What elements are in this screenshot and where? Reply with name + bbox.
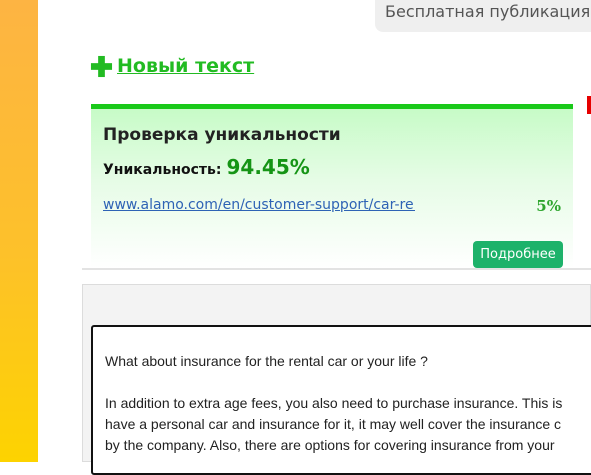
editor-line: In addition to extra age fees, you also …	[105, 395, 563, 411]
editor-line: by the company. Also, there are options …	[105, 437, 555, 453]
uniqueness-row: Уникальность: 94.45%	[103, 155, 310, 179]
new-text-label: Новый текст	[117, 55, 255, 77]
uniqueness-label: Уникальность:	[103, 162, 222, 178]
red-edge-marker	[587, 96, 591, 114]
plus-icon	[90, 55, 113, 77]
uniqueness-check-card: Проверка уникальности Уникальность: 94.4…	[91, 104, 573, 268]
editor-line: What about insurance for the rental car …	[105, 353, 428, 369]
free-publication-banner[interactable]: Бесплатная публикация н	[375, 0, 591, 32]
card-title: Проверка уникальности	[103, 125, 341, 145]
text-editor-area[interactable]: What about insurance for the rental car …	[91, 325, 591, 475]
editor-line: have a personal car and insurance for it…	[105, 416, 562, 432]
editor-blank-line	[105, 372, 589, 393]
source-match-percent: 5%	[536, 197, 561, 215]
uniqueness-value: 94.45%	[226, 155, 310, 179]
new-text-link[interactable]: Новый текст	[90, 53, 254, 79]
card-bottom-divider	[82, 268, 591, 270]
left-decorative-stripe	[0, 0, 38, 462]
details-button[interactable]: Подробнее	[473, 241, 563, 268]
source-url-link[interactable]: www.alamo.com/en/customer-support/car-re…	[103, 197, 415, 213]
